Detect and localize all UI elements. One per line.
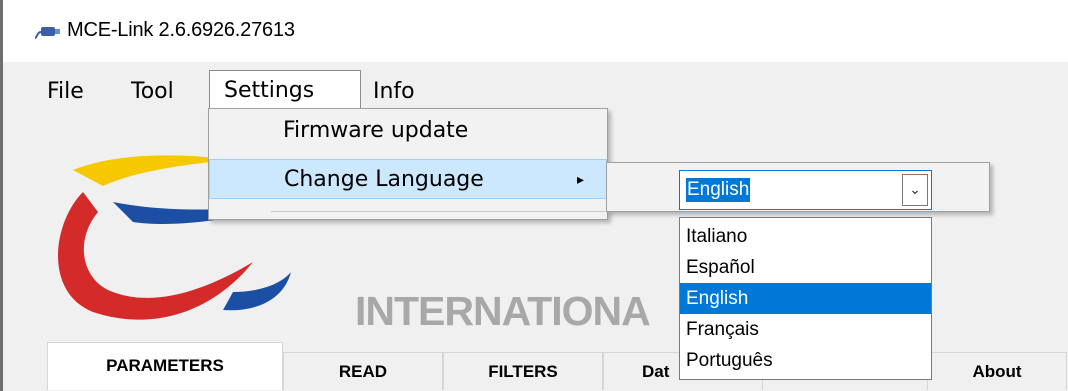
option-portugues[interactable]: Português xyxy=(680,345,931,376)
menu-info[interactable]: Info xyxy=(373,74,415,110)
option-italiano[interactable]: Italiano xyxy=(680,221,931,252)
brand-text: INTERNATIONA xyxy=(355,288,651,334)
menu-item-label: Firmware update xyxy=(283,118,469,143)
window-title: MCE-Link 2.6.6926.27613 xyxy=(67,19,295,41)
language-option-list: Italiano Español English Français Portug… xyxy=(679,217,932,380)
language-combobox[interactable]: English ⌄ xyxy=(679,170,932,210)
menu-item-firmware-update[interactable]: Firmware update xyxy=(209,111,607,151)
menu-tool[interactable]: Tool xyxy=(131,74,174,110)
option-english[interactable]: English xyxy=(680,283,931,314)
menu-settings[interactable]: Settings xyxy=(209,70,361,110)
title-bar: MCE-Link 2.6.6926.27613 xyxy=(3,0,1068,62)
tab-about[interactable]: About xyxy=(927,352,1067,390)
language-combobox-value: English xyxy=(686,178,751,202)
tab-filters[interactable]: FILTERS xyxy=(443,352,603,390)
menu-file[interactable]: File xyxy=(47,74,84,110)
option-francais[interactable]: Français xyxy=(680,314,931,345)
tab-parameters[interactable]: PARAMETERS xyxy=(47,342,283,390)
settings-dropdown: Firmware update Change Language ▸ xyxy=(208,108,608,220)
menu-item-label: Change Language xyxy=(284,167,484,192)
cable-connector-icon xyxy=(35,27,60,39)
tab-read[interactable]: READ xyxy=(283,352,443,390)
submenu-arrow-icon: ▸ xyxy=(577,172,585,188)
menu-item-change-language[interactable]: Change Language ▸ xyxy=(209,159,607,199)
menu-separator xyxy=(271,211,605,212)
chevron-down-icon[interactable]: ⌄ xyxy=(902,174,928,206)
option-espanol[interactable]: Español xyxy=(680,252,931,283)
